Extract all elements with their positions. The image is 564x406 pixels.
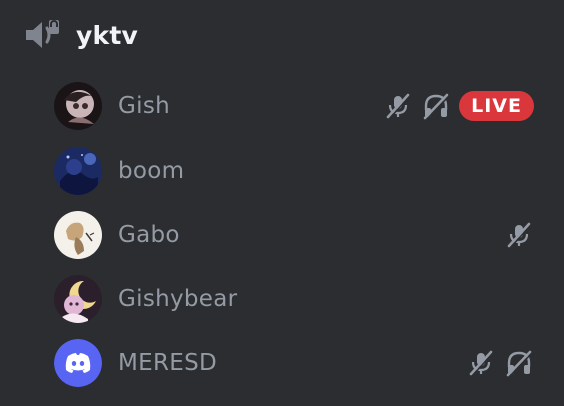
discord-default-avatar-icon	[54, 339, 102, 387]
member-name: MERESD	[118, 350, 217, 376]
member-name: Gish	[118, 93, 170, 119]
voice-member-gabo[interactable]: Gabo	[54, 209, 534, 261]
muted-mic-icon	[504, 220, 534, 250]
voice-member-meresd[interactable]: MERESD	[54, 337, 534, 389]
muted-mic-icon	[383, 91, 413, 121]
deafened-headphones-icon	[421, 91, 451, 121]
avatar	[54, 147, 102, 195]
voice-channel-header[interactable]: yktv	[22, 14, 138, 56]
channel-name: yktv	[76, 20, 138, 50]
member-name: boom	[118, 158, 185, 184]
voice-member-boom[interactable]: boom	[54, 145, 534, 197]
avatar	[54, 275, 102, 323]
voice-member-gish[interactable]: Gish LIVE	[54, 80, 534, 132]
voice-channel-speaker-icon	[22, 15, 62, 55]
member-name: Gabo	[118, 222, 180, 248]
avatar	[54, 211, 102, 259]
avatar	[54, 82, 102, 130]
muted-mic-icon	[466, 348, 496, 378]
member-name: Gishybear	[118, 286, 238, 312]
live-badge[interactable]: LIVE	[459, 91, 534, 121]
deafened-headphones-icon	[504, 348, 534, 378]
voice-member-gishybear[interactable]: Gishybear	[54, 273, 534, 325]
